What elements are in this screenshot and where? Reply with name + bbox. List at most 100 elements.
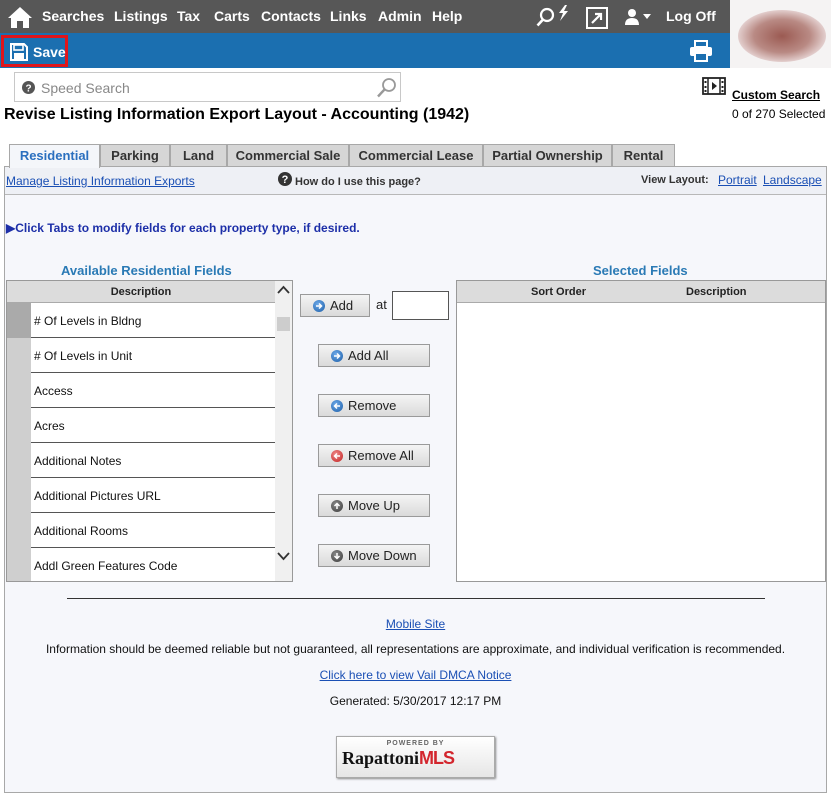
field-label: Additional Notes <box>34 454 122 468</box>
add-label: Add <box>330 298 354 313</box>
save-button[interactable]: Save <box>1 35 68 67</box>
selected-fields-title: Selected Fields <box>593 263 688 278</box>
portrait-link[interactable]: Portrait <box>718 173 757 187</box>
field-label: Access <box>34 384 73 398</box>
list-item[interactable]: Additional Rooms <box>7 513 275 548</box>
magnifier-icon[interactable] <box>376 77 398 99</box>
tab-commercial-lease[interactable]: Commercial Lease <box>349 144 483 167</box>
arrow-right-icon <box>313 300 325 312</box>
top-nav-bar: Searches Listings Tax Carts Contacts Lin… <box>0 0 730 33</box>
brand-logo <box>730 0 831 68</box>
home-icon[interactable] <box>7 5 33 29</box>
list-item[interactable]: Addl Green Features Code <box>7 548 275 581</box>
description-column: Description <box>686 286 747 298</box>
nav-contacts[interactable]: Contacts <box>261 8 321 24</box>
help-icon[interactable]: ? <box>278 172 292 186</box>
popout-window-icon[interactable] <box>586 7 608 29</box>
svg-text:?: ? <box>282 174 289 186</box>
landscape-link[interactable]: Landscape <box>763 173 822 187</box>
move-down-button[interactable]: Move Down <box>318 544 430 567</box>
selected-list-header: Sort Order Description <box>457 281 825 303</box>
speed-search-input[interactable] <box>41 79 371 97</box>
field-label: # Of Levels in Bldng <box>34 314 142 328</box>
search-icon[interactable] <box>536 7 556 27</box>
mobile-site-link[interactable]: Mobile Site <box>5 617 826 631</box>
scrollbar-thumb[interactable] <box>277 317 290 331</box>
remove-label: Remove <box>348 398 397 413</box>
user-menu-icon[interactable] <box>624 8 652 26</box>
svg-text:?: ? <box>25 84 31 95</box>
view-layout-label: View Layout: <box>641 174 709 186</box>
available-fields-title: Available Residential Fields <box>61 263 232 278</box>
list-item[interactable]: Additional Pictures URL <box>7 478 275 513</box>
tab-commercial-sale[interactable]: Commercial Sale <box>227 144 349 167</box>
field-label: # Of Levels in Unit <box>34 349 133 363</box>
list-item[interactable]: # Of Levels in Bldng <box>7 303 275 338</box>
arrow-left-icon <box>331 400 343 412</box>
panel-subbar: Manage Listing Information Exports ? How… <box>5 167 826 195</box>
chevron-up-icon[interactable] <box>277 285 290 295</box>
instruction-text: ▶Click Tabs to modify fields for each pr… <box>6 221 360 235</box>
footer-divider <box>67 598 765 599</box>
available-fields-list[interactable]: Description # Of Levels in Bldng # Of Le… <box>6 280 293 582</box>
chevron-down-icon[interactable] <box>277 551 290 561</box>
add-button[interactable]: Add <box>300 294 370 317</box>
arrow-right-icon <box>331 350 343 362</box>
list-item[interactable]: Access <box>7 373 275 408</box>
remove-all-label: Remove All <box>348 448 414 463</box>
tab-residential[interactable]: Residential <box>9 144 100 168</box>
arrow-up-icon <box>331 500 343 512</box>
nav-help[interactable]: Help <box>432 8 462 24</box>
nav-tax[interactable]: Tax <box>177 8 200 24</box>
arrow-left-icon <box>331 450 343 462</box>
filmstrip-icon <box>702 77 726 95</box>
selected-count: 0 of 270 Selected <box>732 107 826 121</box>
field-label: Additional Pictures URL <box>34 489 161 503</box>
action-toolbar: Save <box>0 33 730 68</box>
generated-timestamp: Generated: 5/30/2017 12:17 PM <box>329 694 502 708</box>
manage-exports-link[interactable]: Manage Listing Information Exports <box>6 174 195 188</box>
tab-land[interactable]: Land <box>170 144 227 167</box>
remove-all-button[interactable]: Remove All <box>318 444 430 467</box>
nav-admin[interactable]: Admin <box>378 8 422 24</box>
list-scrollbar[interactable] <box>275 281 292 581</box>
page-title: Revise Listing Information Export Layout… <box>4 106 470 123</box>
logoff-link[interactable]: Log Off <box>666 8 716 24</box>
rapattoni-mls-logo[interactable]: POWERED BY RapattoniMLS <box>336 736 495 778</box>
sort-order-column: Sort Order <box>531 286 587 298</box>
custom-search-link[interactable]: Custom Search <box>732 88 820 102</box>
nav-carts[interactable]: Carts <box>214 8 250 24</box>
list-item[interactable]: # Of Levels in Unit <box>7 338 275 373</box>
nav-searches[interactable]: Searches <box>42 8 104 24</box>
at-label: at <box>376 297 387 312</box>
help-circle-icon: ? <box>22 81 35 94</box>
nav-links[interactable]: Links <box>330 8 367 24</box>
speed-search-box: ? <box>14 72 401 102</box>
move-up-button[interactable]: Move Up <box>318 494 430 517</box>
arrow-down-icon <box>331 550 343 562</box>
print-icon[interactable] <box>689 40 713 62</box>
selected-fields-list[interactable]: Sort Order Description <box>456 280 826 582</box>
field-label: Addl Green Features Code <box>34 559 178 573</box>
list-item[interactable]: Additional Notes <box>7 443 275 478</box>
field-label: Additional Rooms <box>34 524 129 538</box>
move-up-label: Move Up <box>348 498 401 513</box>
field-label: Acres <box>34 419 65 433</box>
tab-rental[interactable]: Rental <box>612 144 675 167</box>
remove-button[interactable]: Remove <box>318 394 430 417</box>
tab-partial-ownership[interactable]: Partial Ownership <box>483 144 612 167</box>
insert-position-input[interactable] <box>392 291 449 320</box>
lightning-icon[interactable] <box>557 5 569 21</box>
help-link[interactable]: How do I use this page? <box>295 176 421 188</box>
list-item[interactable]: Acres <box>7 408 275 443</box>
export-layout-panel: Manage Listing Information Exports ? How… <box>4 166 827 793</box>
disclaimer-text: Information should be deemed reliable bu… <box>45 642 786 656</box>
tab-parking[interactable]: Parking <box>100 144 170 167</box>
floppy-disk-icon <box>10 43 28 61</box>
available-list-header: Description <box>7 281 275 303</box>
save-label: Save <box>33 44 66 60</box>
dmca-notice-link[interactable]: Click here to view Vail DMCA Notice <box>5 668 826 682</box>
add-all-button[interactable]: Add All <box>318 344 430 367</box>
nav-listings[interactable]: Listings <box>114 8 168 24</box>
move-down-label: Move Down <box>348 548 417 563</box>
